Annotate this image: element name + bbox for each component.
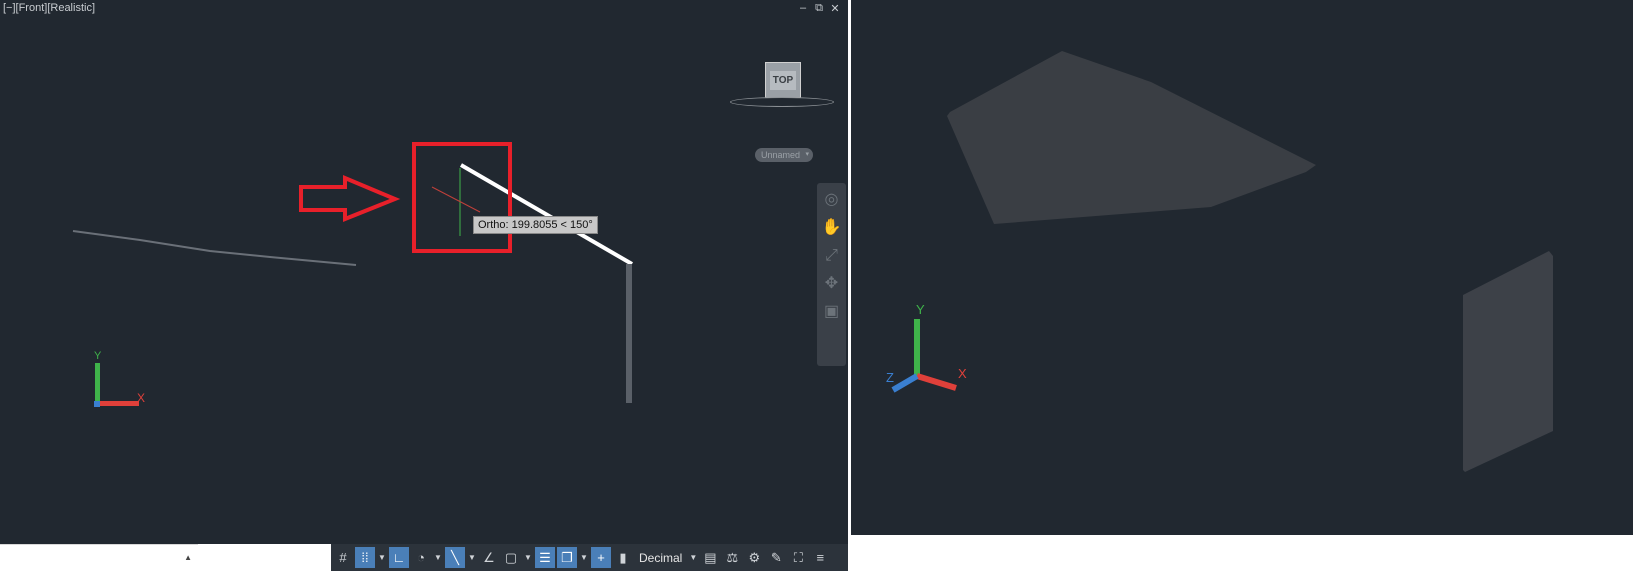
- showmotion-icon[interactable]: ▣: [821, 301, 843, 323]
- chevron-down-icon[interactable]: ▼: [377, 547, 387, 568]
- command-line-input[interactable]: ▲: [0, 544, 198, 571]
- isometric-drafting-icon[interactable]: ╲: [445, 547, 465, 568]
- ortho-tooltip: Ortho: 199.8055 < 150°: [473, 216, 598, 234]
- cursor-x-line: [431, 186, 481, 213]
- zoom-icon[interactable]: ⤢: [821, 245, 843, 267]
- chevron-down-icon[interactable]: ▼: [688, 547, 698, 568]
- viewcube[interactable]: TOP: [765, 62, 801, 98]
- drawing-canvas-left[interactable]: [0, 0, 848, 544]
- wall-panel[interactable]: [1463, 251, 1553, 472]
- units-icon: ▮: [619, 549, 627, 565]
- navigation-bar[interactable]: ◎ ✋ ⤢ ✥ ▣: [817, 183, 846, 366]
- polar-tracking-icon[interactable]: ◔: [411, 547, 431, 568]
- pan-hand-icon[interactable]: ✋: [821, 217, 843, 239]
- selection-cycling-icon[interactable]: +: [591, 547, 611, 568]
- ucs-icon: [94, 363, 139, 407]
- grid-display-icon[interactable]: #: [333, 547, 353, 568]
- units-dropdown[interactable]: Decimal: [635, 547, 686, 568]
- orbit-icon[interactable]: ✥: [821, 273, 843, 295]
- left-viewport[interactable]: [−][Front][Realistic] – ⧉ ✕ Y X Ortho: 1…: [0, 0, 848, 544]
- workspace-icon[interactable]: ⚙: [744, 547, 764, 568]
- chevron-down-icon[interactable]: ▼: [467, 547, 477, 568]
- right-viewport[interactable]: Y X Z: [851, 0, 1633, 535]
- chevron-down-icon[interactable]: ▼: [523, 547, 533, 568]
- fullscreen-icon[interactable]: ⛶: [788, 547, 808, 568]
- ucs-y-label: Y: [916, 302, 925, 317]
- chevron-down-icon: ▾: [805, 151, 809, 158]
- drawing-canvas-right[interactable]: [851, 0, 1633, 535]
- chevron-down-icon[interactable]: ▼: [433, 547, 443, 568]
- named-view-dropdown[interactable]: Unnamed ▾: [755, 148, 813, 162]
- status-bar: # ⁞⁞ ▼ ∟ ◔ ▼ ╲ ▼ ∠ ▢ ▼ ☰ ❐ ▼ + ▮ Decimal…: [331, 544, 848, 571]
- object-snap-tracking-icon[interactable]: ∠: [479, 547, 499, 568]
- named-view-label: Unnamed: [761, 150, 801, 160]
- steering-wheel-icon[interactable]: ◎: [821, 189, 843, 211]
- annotation-monitor-icon[interactable]: ✎: [766, 547, 786, 568]
- chevron-down-icon[interactable]: ▼: [579, 547, 589, 568]
- ucs-x-label: X: [137, 391, 146, 405]
- annotation-scale-icon[interactable]: ⚖: [722, 547, 742, 568]
- highlight-box: [412, 142, 512, 253]
- transparency-icon[interactable]: ❐: [557, 547, 577, 568]
- lineweight-icon[interactable]: ☰: [535, 547, 555, 568]
- object-snap-icon[interactable]: ▢: [501, 547, 521, 568]
- snap-mode-icon[interactable]: ⁞⁞: [355, 547, 375, 568]
- polyline-edge[interactable]: [72, 230, 357, 266]
- vertical-post[interactable]: [626, 264, 632, 403]
- quick-properties-icon[interactable]: ▤: [700, 547, 720, 568]
- ucs-icon-3d: [891, 319, 957, 393]
- viewcube-face-label[interactable]: TOP: [769, 70, 797, 90]
- ucs-y-label: Y: [94, 350, 102, 362]
- ucs-x-label: X: [958, 366, 967, 381]
- roof-surface[interactable]: [947, 51, 1316, 224]
- viewcube-compass[interactable]: [730, 97, 834, 107]
- annotation-arrow: [299, 174, 401, 222]
- ortho-mode-icon[interactable]: ∟: [389, 547, 409, 568]
- chevron-up-icon[interactable]: ▲: [184, 553, 192, 562]
- ucs-z-label: Z: [886, 370, 894, 385]
- customization-menu-icon[interactable]: ≡: [810, 547, 830, 568]
